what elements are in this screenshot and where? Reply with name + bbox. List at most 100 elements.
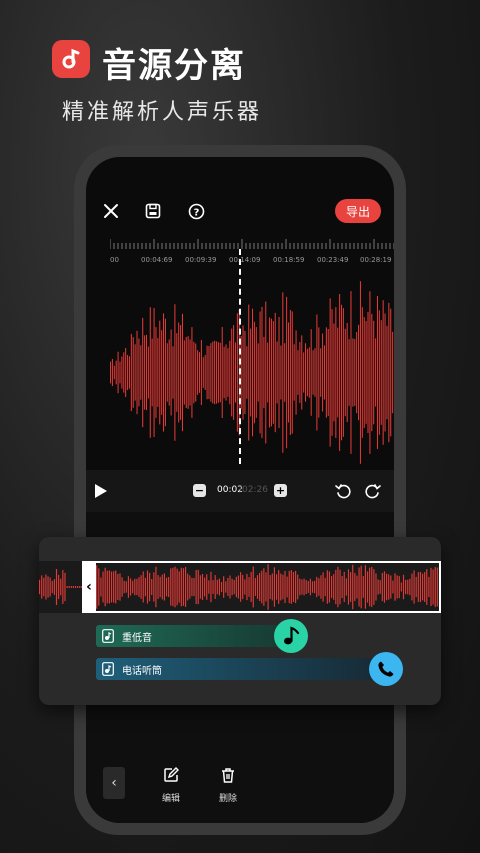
waveform-bar bbox=[178, 322, 180, 423]
zoom-out-button[interactable]: − bbox=[193, 484, 206, 497]
waveform-bar bbox=[376, 296, 378, 449]
waveform-bar bbox=[51, 580, 53, 594]
waveform-bar bbox=[331, 309, 333, 436]
waveform-bar bbox=[183, 340, 185, 405]
waveform-bar bbox=[287, 322, 290, 423]
export-button[interactable]: 导出 bbox=[335, 199, 381, 223]
waveform-bar bbox=[212, 341, 214, 404]
waveform-bar bbox=[223, 346, 225, 399]
waveform-bar bbox=[153, 307, 155, 438]
waveform-bar bbox=[248, 304, 250, 441]
waveform-bar bbox=[382, 300, 384, 445]
timeline-tick-label: 00:23:49 bbox=[317, 256, 349, 264]
waveform-bar bbox=[155, 327, 157, 418]
waveform-bar bbox=[189, 339, 191, 406]
waveform-bar bbox=[269, 317, 271, 428]
waveform-bar bbox=[208, 346, 210, 399]
waveform-bar bbox=[41, 575, 43, 599]
help-icon[interactable]: ? bbox=[185, 200, 207, 222]
waveform-bar bbox=[340, 304, 343, 441]
play-icon[interactable] bbox=[94, 483, 108, 499]
waveform-bar bbox=[117, 351, 119, 394]
track-phone[interactable]: 电话听筒 bbox=[96, 658, 381, 680]
waveform-bar bbox=[297, 350, 299, 395]
app-logo bbox=[52, 40, 90, 78]
timeline-tick-label: 00:14:09 bbox=[229, 256, 261, 264]
track-bass[interactable]: 重低音 bbox=[96, 625, 286, 647]
waveform-bar bbox=[378, 310, 380, 435]
edit-label: 编辑 bbox=[161, 794, 180, 804]
waveform-bar bbox=[197, 350, 199, 395]
waveform-bar bbox=[121, 356, 123, 389]
trash-icon bbox=[222, 768, 234, 783]
waveform-bar bbox=[356, 331, 358, 414]
waveform-bar bbox=[195, 343, 197, 402]
timeline-tick-label: 00:04:69 bbox=[141, 256, 173, 264]
waveform-bar bbox=[164, 318, 166, 427]
waveform-bar bbox=[318, 327, 320, 418]
waveform-bar bbox=[185, 337, 187, 408]
waveform-bar bbox=[358, 324, 360, 421]
waveform-bar bbox=[217, 342, 219, 403]
waveform-bar bbox=[66, 586, 68, 588]
waveform-bar bbox=[259, 311, 261, 434]
waveform-bar bbox=[39, 579, 41, 595]
waveform-bar bbox=[62, 570, 64, 604]
waveform-bar bbox=[246, 346, 248, 399]
undo-icon[interactable] bbox=[335, 483, 351, 499]
music-note-icon[interactable] bbox=[274, 619, 308, 653]
waveform-bar bbox=[157, 338, 159, 407]
waveform-bar bbox=[172, 346, 174, 399]
selection-handle[interactable]: ‹ bbox=[82, 561, 96, 613]
selection-window[interactable] bbox=[82, 561, 441, 613]
waveform-bar bbox=[142, 317, 144, 428]
playhead[interactable] bbox=[239, 249, 241, 464]
waveform-bar bbox=[327, 328, 329, 417]
hero-title: 音源分离 bbox=[102, 46, 246, 86]
waveform-bar bbox=[144, 335, 146, 410]
back-button[interactable]: ‹ bbox=[103, 767, 125, 799]
waveform-bar bbox=[344, 328, 346, 417]
close-icon[interactable] bbox=[100, 200, 122, 222]
waveform-bar bbox=[111, 358, 113, 387]
delete-button[interactable]: 删除 bbox=[208, 767, 248, 804]
waveform-bar bbox=[308, 347, 310, 398]
waveform-bar bbox=[64, 572, 66, 602]
waveform-bar bbox=[371, 313, 373, 432]
save-icon[interactable] bbox=[142, 200, 164, 222]
waveform-bar bbox=[180, 325, 182, 420]
waveform-bar bbox=[181, 313, 183, 432]
track-panel: ‹ 重低音 电话听筒 bbox=[39, 537, 441, 705]
waveform-bar bbox=[278, 316, 280, 429]
timeline-tick-label: 00:09:39 bbox=[185, 256, 217, 264]
waveform-bar bbox=[339, 294, 341, 451]
waveform-bar bbox=[147, 346, 149, 399]
total-time: /02:26 bbox=[239, 485, 268, 495]
timeline-tick-label: 00:28:19 bbox=[360, 256, 392, 264]
waveform-bar bbox=[168, 339, 170, 406]
waveform-bar bbox=[310, 329, 312, 416]
waveform-bar bbox=[369, 291, 371, 454]
waveform-bar bbox=[74, 586, 77, 588]
waveform-bar bbox=[134, 344, 136, 401]
waveform-bar bbox=[286, 296, 288, 449]
redo-icon[interactable] bbox=[365, 483, 381, 499]
waveform-bar bbox=[161, 330, 163, 415]
waveform-bar bbox=[43, 577, 45, 597]
phone-icon[interactable] bbox=[369, 652, 403, 686]
waveform-bar bbox=[333, 323, 335, 422]
zoom-in-button[interactable]: + bbox=[274, 484, 287, 497]
waveform-bar bbox=[145, 334, 148, 411]
waveform-bar bbox=[159, 320, 161, 425]
waveform-bar bbox=[236, 313, 238, 432]
waveform-bar bbox=[242, 325, 244, 420]
main-waveform[interactable] bbox=[110, 275, 394, 470]
waveform-bar bbox=[163, 313, 165, 432]
edit-button[interactable]: 编辑 bbox=[151, 767, 191, 804]
waveform-bar bbox=[202, 357, 204, 388]
waveform-bar bbox=[301, 335, 303, 410]
waveform-bar bbox=[291, 311, 293, 434]
waveform-bar bbox=[280, 345, 282, 400]
svg-text:?: ? bbox=[193, 207, 199, 218]
waveform-bar bbox=[234, 342, 236, 403]
